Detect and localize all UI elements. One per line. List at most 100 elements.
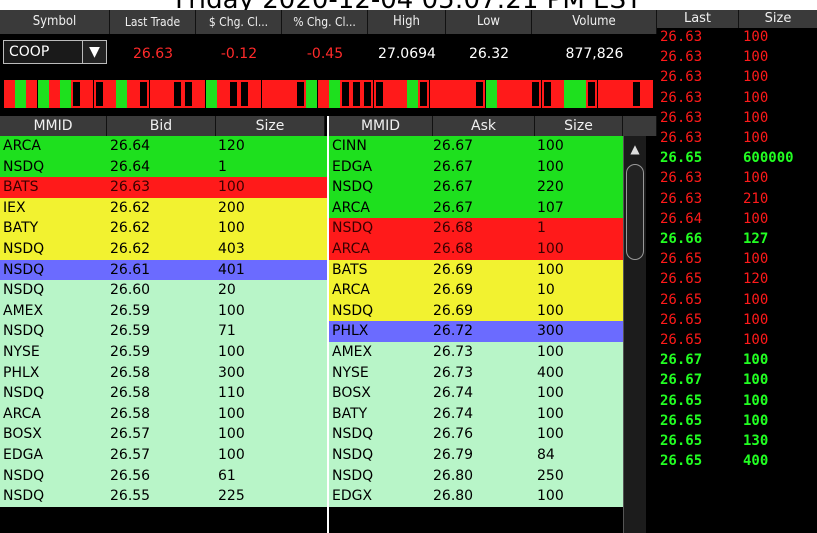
ts-row[interactable]: 26.65 100 bbox=[657, 291, 817, 311]
book-mmid: AMEX bbox=[3, 302, 44, 319]
book-row[interactable]: NSDQ 26.56 61 bbox=[0, 465, 327, 487]
col-header-symbol[interactable]: Symbol bbox=[0, 10, 110, 34]
book-row[interactable]: BATY 26.74 100 bbox=[329, 403, 623, 425]
col-header-last-trade[interactable]: Last Trade bbox=[110, 10, 196, 34]
col-header-low[interactable]: Low bbox=[446, 10, 532, 34]
book-price: 26.58 bbox=[110, 364, 151, 381]
tick-mark bbox=[328, 80, 340, 108]
tick-mark bbox=[228, 80, 239, 108]
ts-col-size[interactable]: Size bbox=[739, 10, 817, 28]
book-mmid: NSDQ bbox=[332, 467, 374, 484]
book-row[interactable]: BOSX 26.74 100 bbox=[329, 383, 623, 404]
ts-row[interactable]: 26.63 100 bbox=[657, 48, 817, 68]
book-price: 26.58 bbox=[110, 385, 151, 402]
ask-col-ask[interactable]: Ask bbox=[433, 116, 535, 136]
book-row[interactable]: PHLX 26.72 300 bbox=[329, 321, 623, 342]
book-mmid: NSDQ bbox=[3, 282, 45, 299]
bid-col-bid[interactable]: Bid bbox=[107, 116, 216, 136]
ts-price: 26.65 bbox=[660, 433, 703, 449]
ts-row[interactable]: 26.65 120 bbox=[657, 270, 817, 290]
ts-size: 100 bbox=[743, 109, 769, 126]
ask-scrollbar[interactable]: ▲ bbox=[623, 136, 646, 533]
ts-row[interactable]: 26.63 100 bbox=[657, 89, 817, 109]
book-row[interactable]: NSDQ 26.58 110 bbox=[0, 383, 327, 404]
ts-row[interactable]: 26.64 100 bbox=[657, 210, 817, 230]
ts-size: 120 bbox=[743, 271, 769, 288]
book-row[interactable]: EDGA 26.57 100 bbox=[0, 445, 327, 466]
book-row[interactable]: NSDQ 26.55 225 bbox=[0, 486, 327, 507]
ts-row[interactable]: 26.65 100 bbox=[657, 331, 817, 351]
ts-row[interactable]: 26.67 100 bbox=[657, 351, 817, 371]
bid-col-mmid[interactable]: MMID bbox=[0, 116, 107, 136]
book-row[interactable]: NSDQ 26.80 250 bbox=[329, 465, 623, 487]
chevron-down-icon[interactable]: ▼ bbox=[82, 41, 106, 63]
book-row[interactable]: ARCA 26.67 107 bbox=[329, 197, 623, 219]
book-row[interactable]: ARCA 26.58 100 bbox=[0, 403, 327, 425]
bid-col-size[interactable]: Size bbox=[216, 116, 325, 136]
ts-row[interactable]: 26.63 100 bbox=[657, 68, 817, 88]
book-row[interactable]: NSDQ 26.68 1 bbox=[329, 218, 623, 239]
book-row[interactable]: BATS 26.63 100 bbox=[0, 177, 327, 198]
ts-row[interactable]: 26.65 100 bbox=[657, 392, 817, 412]
book-row[interactable]: NYSE 26.73 400 bbox=[329, 362, 623, 384]
symbol-value: COOP bbox=[9, 44, 50, 60]
book-row[interactable]: BATS 26.69 100 bbox=[329, 259, 623, 281]
ts-row[interactable]: 26.65 600000 bbox=[657, 149, 817, 169]
col-header-high[interactable]: High bbox=[368, 10, 446, 34]
book-row[interactable]: NSDQ 26.69 100 bbox=[329, 300, 623, 322]
book-row[interactable]: NSDQ 26.62 403 bbox=[0, 239, 327, 260]
ts-row[interactable]: 26.63 100 bbox=[657, 109, 817, 129]
ts-price: 26.65 bbox=[660, 291, 703, 308]
book-row[interactable]: EDGA 26.67 100 bbox=[329, 156, 623, 178]
ts-row[interactable]: 26.65 100 bbox=[657, 250, 817, 270]
ts-row[interactable]: 26.65 100 bbox=[657, 412, 817, 432]
book-row[interactable]: AMEX 26.59 100 bbox=[0, 300, 327, 322]
time-and-sales: Last Size 26.63 100 26.63 100 26.63 100 26.63 1… bbox=[657, 10, 817, 533]
book-row[interactable]: IEX 26.62 200 bbox=[0, 197, 327, 219]
ts-price: 26.63 bbox=[660, 109, 703, 126]
book-mmid: EDGX bbox=[332, 488, 373, 505]
book-size: 1 bbox=[537, 220, 546, 237]
book-row[interactable]: NSDQ 26.61 401 bbox=[0, 259, 327, 281]
book-row[interactable]: AMEX 26.73 100 bbox=[329, 342, 623, 363]
book-row[interactable]: EDGX 26.80 100 bbox=[329, 486, 623, 507]
ts-row[interactable]: 26.63 100 bbox=[657, 28, 817, 48]
book-row[interactable]: NSDQ 26.59 71 bbox=[0, 321, 327, 342]
ts-price: 26.65 bbox=[660, 271, 703, 288]
ts-row[interactable]: 26.66 127 bbox=[657, 230, 817, 250]
book-row[interactable]: CINN 26.67 100 bbox=[329, 136, 623, 157]
ask-col-mmid[interactable]: MMID bbox=[329, 116, 433, 136]
tick-mark bbox=[362, 80, 374, 108]
scroll-thumb[interactable] bbox=[626, 164, 644, 260]
book-row[interactable]: NSDQ 26.60 20 bbox=[0, 280, 327, 301]
tick-mark bbox=[396, 80, 407, 108]
ts-row[interactable]: 26.65 130 bbox=[657, 432, 817, 452]
book-row[interactable]: NSDQ 26.64 1 bbox=[0, 156, 327, 178]
ask-col-size[interactable]: Size bbox=[535, 116, 623, 136]
col-header-chg-close[interactable]: $ Chg. Cl... bbox=[196, 10, 282, 34]
book-size: 100 bbox=[218, 220, 245, 237]
book-row[interactable]: ARCA 26.68 100 bbox=[329, 239, 623, 260]
scroll-up-icon[interactable]: ▲ bbox=[626, 138, 644, 160]
ts-col-last[interactable]: Last bbox=[657, 10, 739, 28]
ts-row[interactable]: 26.65 400 bbox=[657, 452, 817, 472]
col-header-volume[interactable]: Volume bbox=[532, 10, 657, 34]
book-row[interactable]: ARCA 26.69 10 bbox=[329, 280, 623, 301]
ts-row[interactable]: 26.63 100 bbox=[657, 169, 817, 189]
col-header-pct-chg[interactable]: % Chg. Cl... bbox=[282, 10, 368, 34]
book-row[interactable]: ARCA 26.64 120 bbox=[0, 136, 327, 157]
book-row[interactable]: NSDQ 26.76 100 bbox=[329, 424, 623, 445]
book-row[interactable]: NSDQ 26.79 84 bbox=[329, 445, 623, 466]
book-row[interactable]: PHLX 26.58 300 bbox=[0, 362, 327, 384]
book-row[interactable]: BOSX 26.57 100 bbox=[0, 424, 327, 445]
book-size: 100 bbox=[537, 302, 564, 319]
ts-row[interactable]: 26.63 210 bbox=[657, 190, 817, 210]
ts-row[interactable]: 26.67 100 bbox=[657, 371, 817, 391]
book-row[interactable]: NYSE 26.59 100 bbox=[0, 342, 327, 363]
ts-size: 100 bbox=[743, 311, 769, 328]
book-row[interactable]: BATY 26.62 100 bbox=[0, 218, 327, 239]
ts-row[interactable]: 26.65 100 bbox=[657, 311, 817, 331]
book-row[interactable]: NSDQ 26.67 220 bbox=[329, 177, 623, 198]
ts-row[interactable]: 26.63 100 bbox=[657, 129, 817, 149]
symbol-dropdown[interactable]: COOP ▼ bbox=[3, 40, 107, 64]
